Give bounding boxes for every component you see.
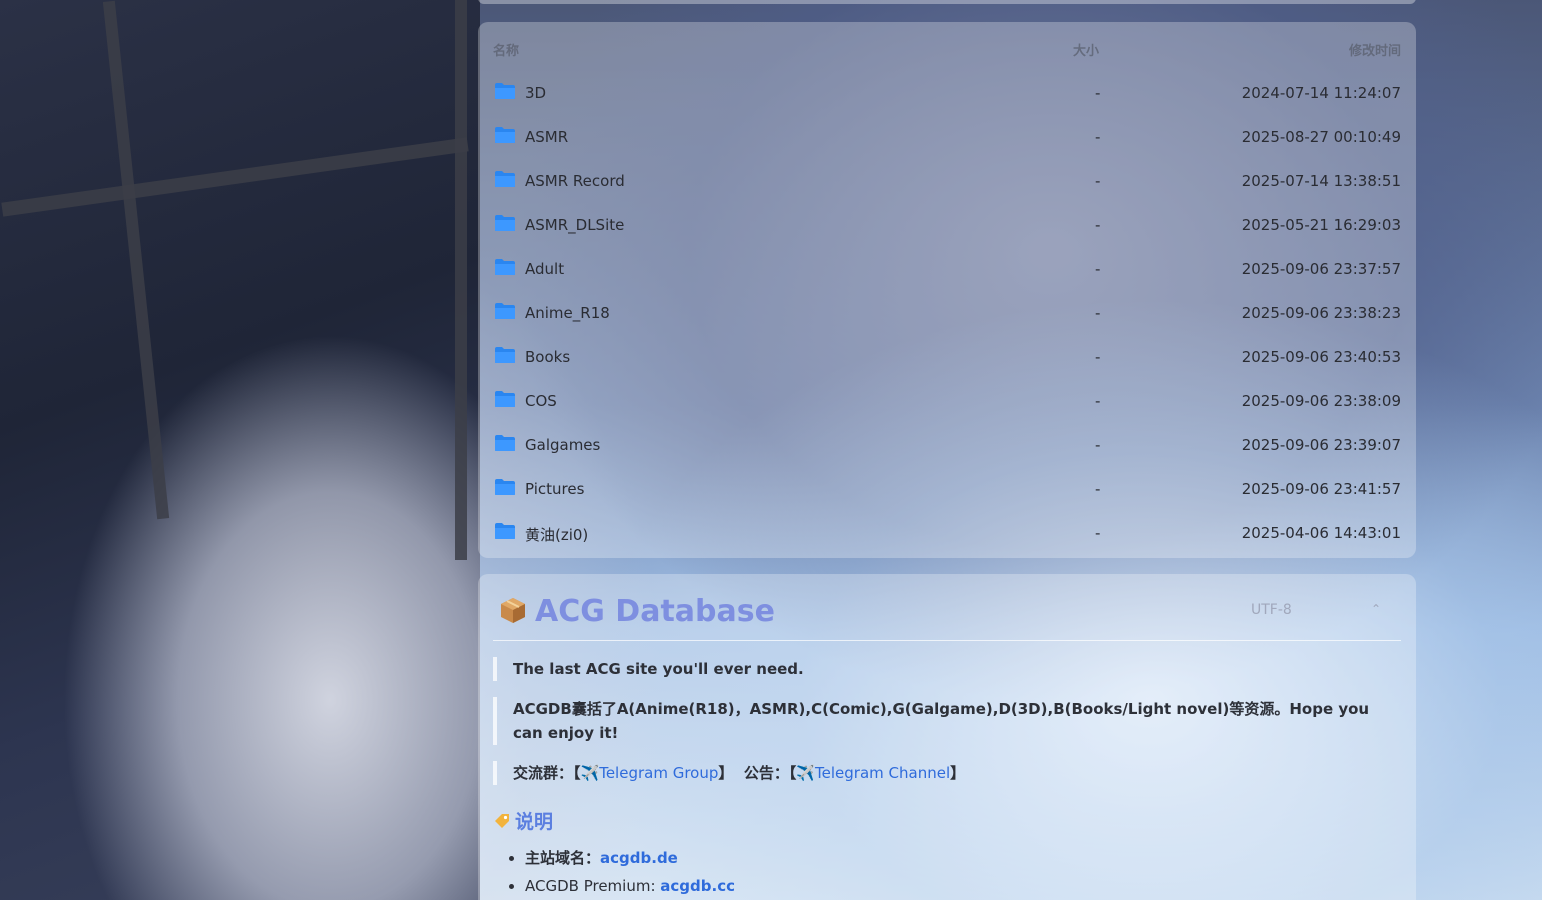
background-artwork-left xyxy=(0,0,480,900)
file-row[interactable]: Galgames - 2025-09-06 23:39:07 xyxy=(493,424,1401,468)
telegram-group-link[interactable]: ✈️Telegram Group xyxy=(581,764,719,782)
file-modified: 2025-09-06 23:38:23 xyxy=(1241,304,1401,322)
file-modified: 2025-09-06 23:38:09 xyxy=(1241,392,1401,410)
file-modified: 2024-07-14 11:24:07 xyxy=(1241,84,1401,102)
file-name: COS xyxy=(525,392,557,410)
tagline-text: The last ACG site you'll ever need. xyxy=(513,660,804,678)
readme-title-text: ACG Database xyxy=(535,594,775,629)
airplane-icon: ✈️ xyxy=(580,764,600,782)
folder-icon xyxy=(495,347,515,363)
file-list-panel: 名称 大小 修改时间 3D - 2024-07-14 11:24:07 ASMR - 20… xyxy=(478,22,1416,558)
file-name: Pictures xyxy=(525,480,585,498)
readme-header: ACG Database UTF-8 ⌃ xyxy=(493,592,1401,641)
file-row[interactable]: 黄油(zi0) - 2025-04-06 14:43:01 xyxy=(493,512,1401,556)
list-item-label: 主站域名： xyxy=(525,849,601,867)
file-size: - xyxy=(1095,216,1101,234)
file-size: - xyxy=(1095,524,1101,542)
folder-icon xyxy=(495,171,515,187)
file-modified: 2025-09-06 23:37:57 xyxy=(1241,260,1401,278)
file-row[interactable]: Pictures - 2025-09-06 23:41:57 xyxy=(493,468,1401,512)
column-header-modified[interactable]: 修改时间 xyxy=(1349,40,1401,59)
file-size: - xyxy=(1095,436,1101,454)
file-name: 黄油(zi0) xyxy=(525,526,589,544)
updown-chevron-icon: ⌃ xyxy=(1370,602,1381,616)
package-icon xyxy=(501,598,525,623)
file-name: Adult xyxy=(525,260,565,278)
file-modified: 2025-04-06 14:43:01 xyxy=(1241,524,1401,542)
file-size: - xyxy=(1095,348,1101,366)
window-frame xyxy=(455,0,467,560)
file-name: Anime_R18 xyxy=(525,304,610,322)
top-panel-edge xyxy=(478,0,1416,4)
file-name: ASMR_DLSite xyxy=(525,216,625,234)
folder-icon xyxy=(495,303,515,319)
column-header-size[interactable]: 大小 xyxy=(1073,40,1099,59)
readme-quote-tagline: The last ACG site you'll ever need. xyxy=(493,657,1401,681)
section-heading-text: 说明 xyxy=(515,811,554,833)
readme-quote-description: ACGDB囊括了A(Anime(R18)，ASMR),C(Comic),G(Ga… xyxy=(493,697,1401,745)
folder-icon xyxy=(495,435,515,451)
readme-quote-links: 交流群：【✈️Telegram Group】 公告：【✈️Telegram Ch… xyxy=(493,761,1401,785)
folder-icon xyxy=(495,83,515,99)
file-row[interactable]: ASMR - 2025-08-27 00:10:49 xyxy=(493,116,1401,160)
file-name: Galgames xyxy=(525,436,601,454)
file-size: - xyxy=(1095,260,1101,278)
folder-icon xyxy=(495,215,515,231)
file-row[interactable]: Adult - 2025-09-06 23:37:57 xyxy=(493,248,1401,292)
file-size: - xyxy=(1095,128,1101,146)
notice-label: 公告：【 xyxy=(743,764,797,782)
telegram-group-text: Telegram Group xyxy=(599,764,719,782)
file-size: - xyxy=(1095,84,1101,102)
file-list-header: 名称 大小 修改时间 xyxy=(493,22,1401,72)
file-modified: 2025-09-06 23:41:57 xyxy=(1241,480,1401,498)
premium-domain-link[interactable]: acgdb.cc xyxy=(660,877,735,895)
file-modified: 2025-09-06 23:39:07 xyxy=(1241,436,1401,454)
file-row[interactable]: COS - 2025-09-06 23:38:09 xyxy=(493,380,1401,424)
file-row[interactable]: ASMR Record - 2025-07-14 13:38:51 xyxy=(493,160,1401,204)
notice-close: 】 xyxy=(950,764,966,782)
folder-icon xyxy=(495,479,515,495)
file-row[interactable]: Anime_R18 - 2025-09-06 23:38:23 xyxy=(493,292,1401,336)
file-modified: 2025-08-27 00:10:49 xyxy=(1241,128,1401,146)
folder-icon xyxy=(495,391,515,407)
telegram-channel-link[interactable]: ✈️Telegram Channel xyxy=(796,764,950,782)
section-heading-notes: 说明 xyxy=(493,807,1401,834)
readme-panel: ACG Database UTF-8 ⌃ The last ACG site y… xyxy=(478,574,1416,900)
file-row[interactable]: ASMR_DLSite - 2025-05-21 16:29:03 xyxy=(493,204,1401,248)
airplane-icon: ✈️ xyxy=(796,764,816,782)
folder-icon xyxy=(495,523,515,539)
file-modified: 2025-07-14 13:38:51 xyxy=(1241,172,1401,190)
file-name: 3D xyxy=(525,84,547,102)
list-item: 主站域名：acgdb.de xyxy=(525,844,1401,872)
file-modified: 2025-05-21 16:29:03 xyxy=(1241,216,1401,234)
description-text: ACGDB囊括了A(Anime(R18)，ASMR),C(Comic),G(Ga… xyxy=(513,700,1370,742)
encoding-value: UTF-8 xyxy=(1251,602,1292,618)
notes-list: 主站域名：acgdb.de ACGDB Premium: acgdb.cc xyxy=(493,844,1401,900)
file-size: - xyxy=(1095,392,1101,410)
folder-icon xyxy=(495,259,515,275)
list-item: ACGDB Premium: acgdb.cc xyxy=(525,872,1401,900)
encoding-select[interactable]: UTF-8 ⌃ xyxy=(1251,602,1381,618)
file-rows: 3D - 2024-07-14 11:24:07 ASMR - 2025-08-27 00… xyxy=(493,72,1401,556)
group-close: 】 xyxy=(718,764,734,782)
file-size: - xyxy=(1095,172,1101,190)
file-name: Books xyxy=(525,348,571,366)
telegram-channel-text: Telegram Channel xyxy=(815,764,951,782)
file-name: ASMR xyxy=(525,128,569,146)
file-size: - xyxy=(1095,304,1101,322)
file-name: ASMR Record xyxy=(525,172,625,190)
file-row[interactable]: 3D - 2024-07-14 11:24:07 xyxy=(493,72,1401,116)
list-item-label: ACGDB Premium: xyxy=(525,877,661,895)
tag-icon xyxy=(495,814,509,828)
file-size: - xyxy=(1095,480,1101,498)
folder-icon xyxy=(495,127,515,143)
file-modified: 2025-09-06 23:40:53 xyxy=(1241,348,1401,366)
group-label: 交流群：【 xyxy=(513,764,581,782)
column-header-name[interactable]: 名称 xyxy=(493,40,519,59)
main-domain-link[interactable]: acgdb.de xyxy=(600,849,678,867)
readme-title: ACG Database xyxy=(499,594,775,629)
file-row[interactable]: Books - 2025-09-06 23:40:53 xyxy=(493,336,1401,380)
